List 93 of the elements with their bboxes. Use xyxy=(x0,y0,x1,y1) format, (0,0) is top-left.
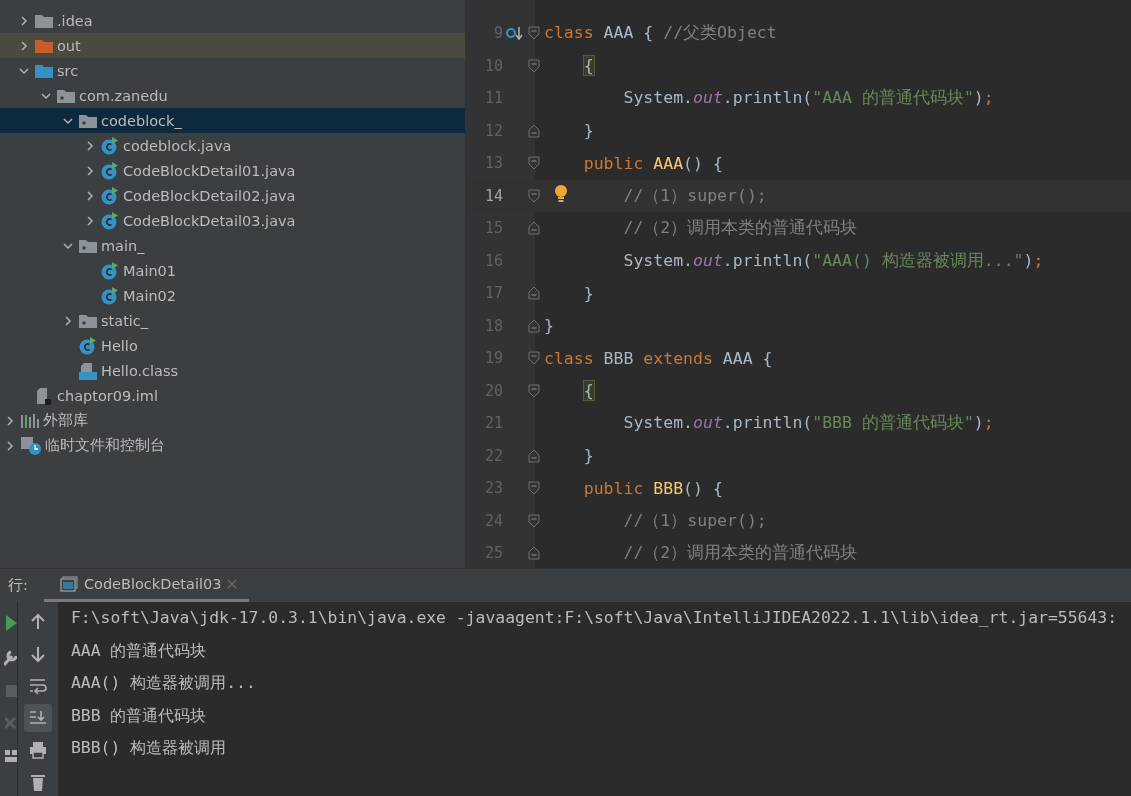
file-icon xyxy=(34,386,54,405)
console-line: BBB 的普通代码块 xyxy=(71,704,208,727)
tree-item[interactable]: CodeBlockDetail03.java xyxy=(0,208,465,233)
fold-marker-icon[interactable] xyxy=(528,448,540,463)
layout-icon[interactable] xyxy=(5,750,17,762)
wrap-lines-icon xyxy=(29,677,47,695)
console-line: AAA 的普通代码块 xyxy=(71,639,208,662)
tree-item[interactable]: 临时文件和控制台 xyxy=(0,433,465,458)
class-icon xyxy=(78,336,98,355)
chevron-right-icon[interactable] xyxy=(18,14,30,27)
code-line: } xyxy=(583,121,594,141)
folder-icon xyxy=(34,12,54,29)
tree-item[interactable]: codeblock.java xyxy=(0,133,465,158)
fold-marker-icon[interactable] xyxy=(528,546,540,561)
folder-icon xyxy=(34,37,54,54)
fold-marker-icon[interactable] xyxy=(528,26,540,41)
chevron-right-icon[interactable] xyxy=(4,439,16,452)
tree-item[interactable]: codeblock_ xyxy=(0,108,465,133)
tree-item[interactable]: Main02 xyxy=(0,283,465,308)
line-number: 14 xyxy=(483,186,503,205)
chevron-right-icon[interactable] xyxy=(84,164,96,177)
trash-icon xyxy=(29,773,47,791)
tree-item[interactable]: com.zanedu xyxy=(0,83,465,108)
code-line: //（1）super(); xyxy=(623,184,767,207)
class-icon xyxy=(100,186,120,205)
folder-icon xyxy=(34,62,54,79)
class-icon xyxy=(100,136,120,155)
fold-marker-icon[interactable] xyxy=(528,221,540,236)
fold-marker-icon[interactable] xyxy=(528,481,540,496)
code-line: //（2）调用本类的普通代码块 xyxy=(623,217,858,240)
lightbulb-icon[interactable] xyxy=(554,183,568,204)
package-icon xyxy=(78,237,98,254)
fold-marker-icon[interactable] xyxy=(528,156,540,171)
code-line: class AAA { //父类Object xyxy=(544,22,777,45)
tree-item[interactable]: out xyxy=(0,33,465,58)
fold-marker-icon[interactable] xyxy=(528,188,540,203)
class-file-icon xyxy=(78,361,98,380)
console-line: AAA() 构造器被调用... xyxy=(71,672,257,694)
chevron-right-icon[interactable] xyxy=(4,414,16,427)
class-icon xyxy=(100,261,120,280)
up-arrow-icon xyxy=(29,613,47,631)
fold-marker-icon[interactable] xyxy=(528,351,540,366)
tree-item[interactable]: .idea xyxy=(0,8,465,33)
code-line: } xyxy=(583,446,594,466)
run-label: 行: xyxy=(8,576,28,595)
tree-item[interactable]: 外部库 xyxy=(0,408,465,433)
fold-marker-icon[interactable] xyxy=(528,383,540,398)
chevron-right-icon[interactable] xyxy=(18,39,30,52)
chevron-right-icon[interactable] xyxy=(62,314,74,327)
scratch-file-icon xyxy=(20,435,42,456)
chevron-right-icon[interactable] xyxy=(84,139,96,152)
fold-marker-icon[interactable] xyxy=(528,286,540,301)
class-icon xyxy=(100,211,120,230)
chevron-right-icon[interactable] xyxy=(84,189,96,202)
code-line: class BBB extends AAA { xyxy=(544,348,773,368)
override-marker-icon[interactable] xyxy=(506,25,524,42)
tree-item[interactable]: Hello.class xyxy=(0,358,465,383)
fold-marker-icon[interactable] xyxy=(528,513,540,528)
console-line: BBB() 构造器被调用 xyxy=(71,737,228,759)
code-line: //（2）调用本类的普通代码块 xyxy=(623,542,858,565)
class-icon xyxy=(100,286,120,305)
class-icon xyxy=(100,161,120,180)
code-line: } xyxy=(544,316,554,336)
scroll-to-end-button[interactable] xyxy=(24,704,52,732)
wrench-icon[interactable] xyxy=(4,649,17,667)
tree-item[interactable]: src xyxy=(0,58,465,83)
code-line: System.out.println("AAA() 构造器被调用..."); xyxy=(623,249,1044,272)
printer-icon xyxy=(29,741,47,759)
package-icon xyxy=(78,312,98,329)
tree-item[interactable]: CodeBlockDetail02.java xyxy=(0,183,465,208)
tree-item[interactable]: static_ xyxy=(0,308,465,333)
tree-item[interactable]: chaptor09.iml xyxy=(0,383,465,408)
chevron-right-icon[interactable] xyxy=(84,214,96,227)
fold-marker-icon[interactable] xyxy=(528,318,540,333)
fold-marker-icon[interactable] xyxy=(528,58,540,73)
library-icon xyxy=(20,412,40,429)
tree-item[interactable]: Main01 xyxy=(0,258,465,283)
tree-item[interactable]: Hello xyxy=(0,333,465,358)
package-icon xyxy=(56,87,76,104)
tree-item[interactable]: CodeBlockDetail01.java xyxy=(0,158,465,183)
tree-item[interactable]: main_ xyxy=(0,233,465,258)
code-line: //（1）super(); xyxy=(623,509,767,532)
fold-marker-icon[interactable] xyxy=(528,123,540,138)
down-arrow-icon xyxy=(29,645,47,663)
code-line: System.out.println("BBB 的普通代码块"); xyxy=(623,412,994,435)
console-icon xyxy=(59,576,78,592)
code-line: System.out.println("AAA 的普通代码块"); xyxy=(623,87,994,110)
console-line: F:\soft\Java\jdk-17.0.3.1\bin\java.exe -javaagent:F:\soft\Java\IntelliJIDEA2022.1.1\lib\idea_rt.jar=55643: xyxy=(71,607,1118,629)
scroll-to-end-icon xyxy=(29,709,47,727)
package-icon xyxy=(78,112,98,129)
code-line: } xyxy=(583,283,594,303)
code-line: public BBB() { xyxy=(583,478,723,498)
code-line: public AAA() { xyxy=(583,153,723,173)
